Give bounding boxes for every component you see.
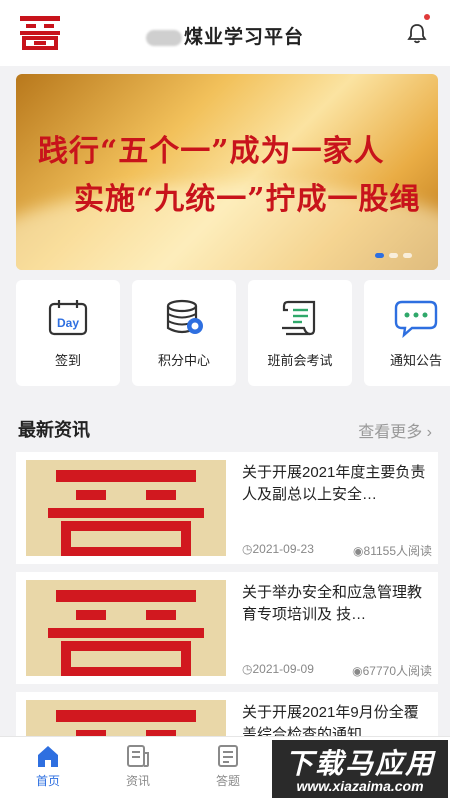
page-title: 煤业学习平台 <box>0 22 450 49</box>
watermark-title: 下载马应用 <box>284 748 435 779</box>
banner-line-2: 实施“九统一”拧成一股绳 <box>74 182 421 217</box>
shortcut-grid: Day 签到 积分中心 班前会考试 通知公告 <box>16 280 450 386</box>
news-item[interactable]: 关于举办安全和应急管理教育专项培训及 技… ◷2021-09-09 ◉67770… <box>16 572 438 684</box>
tab-label: 资讯 <box>125 774 150 788</box>
news-views: ◉81155人阅读 <box>353 542 432 559</box>
red-emblem-image-icon <box>26 460 226 556</box>
banner-line-1: 践行“五个一”成为一家人 <box>38 134 385 169</box>
news-section-header: 最新资讯 查看更多 › <box>18 416 432 442</box>
redacted-name <box>145 29 182 46</box>
page-title-text: 煤业学习平台 <box>183 27 304 48</box>
news-meta: ◷2021-09-23 ◉81155人阅读 <box>242 542 432 559</box>
shortcut-label: 积分中心 <box>157 353 210 368</box>
clock-icon: ◷ <box>242 662 253 676</box>
red-emblem-image-icon <box>26 580 226 676</box>
carousel-dot[interactable] <box>403 253 412 258</box>
tab-label: 答题 <box>215 774 240 788</box>
shortcut-label: 班前会考试 <box>267 353 333 368</box>
news-title: 关于开展2021年度主要负责人及副总以上安全… <box>242 464 426 503</box>
calendar-day-icon: Day <box>48 300 88 336</box>
carousel-indicators <box>375 253 412 258</box>
shortcut-checkin[interactable]: Day 签到 <box>16 280 120 386</box>
eye-icon: ◉ <box>352 664 363 678</box>
tab-home[interactable]: 首页 <box>18 743 78 789</box>
clock-icon: ◷ <box>242 542 253 556</box>
tab-quiz[interactable]: 答题 <box>198 743 258 789</box>
news-icon <box>127 745 149 767</box>
quiz-icon <box>218 745 238 767</box>
section-title: 最新资讯 <box>18 420 90 440</box>
view-more-label: 查看更多 <box>358 424 423 441</box>
news-thumbnail <box>26 580 226 676</box>
bell-icon[interactable] <box>406 22 428 44</box>
news-date: 2021-09-23 <box>252 542 314 556</box>
news-title: 关于举办安全和应急管理教育专项培训及 技… <box>242 584 423 623</box>
view-more-link[interactable]: 查看更多 › <box>358 418 432 442</box>
notification-dot <box>424 14 430 20</box>
eye-icon: ◉ <box>353 544 364 558</box>
shortcut-label: 签到 <box>54 353 81 368</box>
tab-news[interactable]: 资讯 <box>108 743 168 789</box>
top-bar: 煤业学习平台 <box>0 0 450 66</box>
news-item[interactable]: 关于开展2021年度主要负责人及副总以上安全… ◷2021-09-23 ◉811… <box>16 452 438 564</box>
banner-carousel[interactable]: 践行“五个一”成为一家人 实施“九统一”拧成一股绳 <box>16 74 438 270</box>
scroll-exam-icon <box>282 300 316 336</box>
shortcut-notice[interactable]: 通知公告 <box>364 280 450 386</box>
news-thumbnail <box>26 460 226 556</box>
shortcut-points-center[interactable]: 积分中心 <box>132 280 236 386</box>
download-site-watermark: 下载马应用 www.xiazaima.com <box>272 740 448 798</box>
tab-label: 首页 <box>35 774 60 788</box>
news-views-count: 81155人阅读 <box>363 544 432 558</box>
carousel-dot[interactable] <box>389 253 398 258</box>
news-date: 2021-09-09 <box>252 662 314 676</box>
news-views-count: 67770人阅读 <box>362 664 432 678</box>
news-meta: ◷2021-09-09 ◉67770人阅读 <box>242 662 432 679</box>
chat-bubble-icon <box>394 300 438 338</box>
database-coin-icon <box>166 299 203 334</box>
shortcut-exam[interactable]: 班前会考试 <box>248 280 352 386</box>
chevron-right-icon: › <box>426 424 432 441</box>
calendar-icon-text: Day <box>57 316 79 330</box>
home-icon <box>38 746 58 767</box>
watermark-url: www.xiazaima.com <box>296 778 424 794</box>
shortcut-label: 通知公告 <box>389 353 442 368</box>
news-views: ◉67770人阅读 <box>352 662 432 679</box>
carousel-dot[interactable] <box>375 253 384 258</box>
